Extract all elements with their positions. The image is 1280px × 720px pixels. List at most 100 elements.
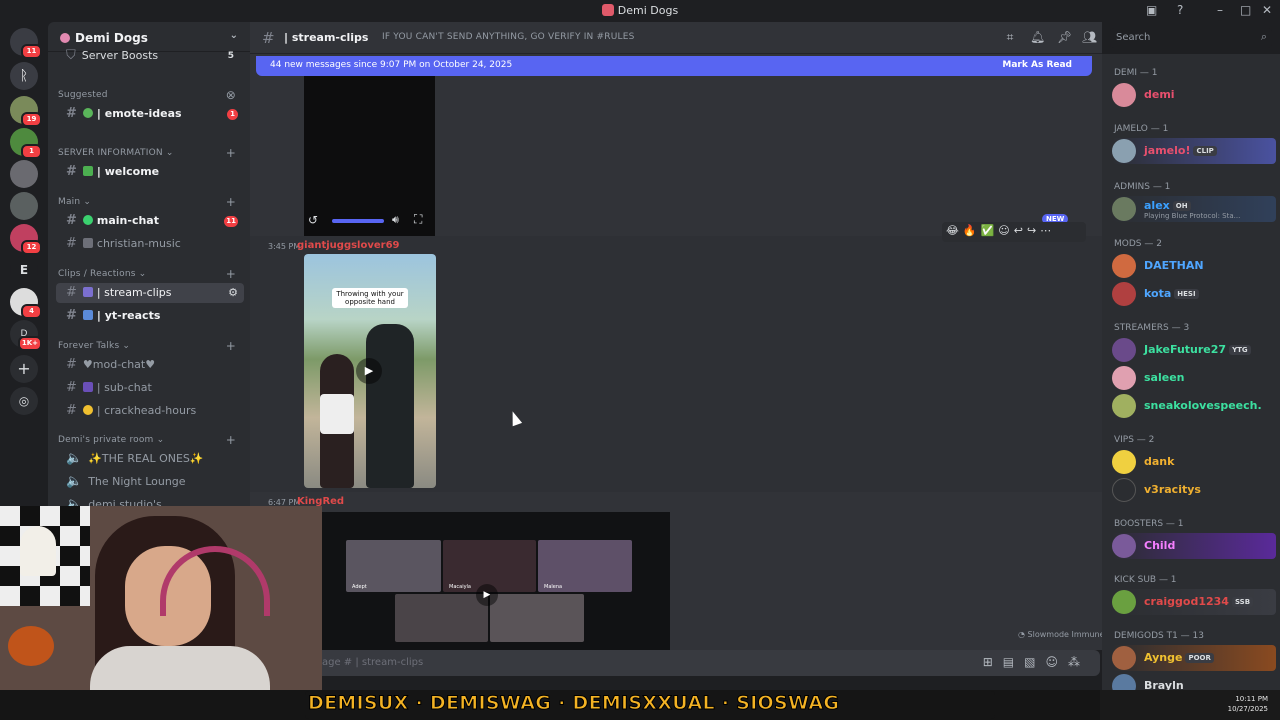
- inbox-icon[interactable]: ▣: [1146, 3, 1157, 17]
- replay-icon[interactable]: ↺: [308, 213, 318, 227]
- role-header: ADMINS — 1: [1114, 182, 1171, 192]
- channel-mod-chat[interactable]: # ♥︎mod-chat♥︎: [56, 355, 244, 375]
- laugh-emoji-icon[interactable]: 😂: [946, 224, 959, 237]
- bell-icon[interactable]: 🔔︎: [1030, 30, 1045, 44]
- apps-icon[interactable]: ⁂: [1068, 655, 1090, 669]
- member-sneakolovespeech[interactable]: sneakolovespeech.: [1112, 393, 1276, 419]
- emoji-icon[interactable]: ☺: [1045, 655, 1068, 669]
- play-icon[interactable]: ▶: [476, 584, 498, 606]
- server-icon-demi-dogs[interactable]: 12: [10, 224, 42, 255]
- discover-icon[interactable]: ◎: [10, 387, 38, 415]
- server-icon[interactable]: [10, 160, 38, 188]
- member-daethan[interactable]: DAETHAN: [1112, 253, 1276, 279]
- category-main[interactable]: Main ⌄ +: [58, 195, 242, 209]
- add-channel-icon[interactable]: +: [226, 433, 236, 447]
- channel-christian-music[interactable]: # christian-music: [56, 234, 244, 254]
- add-server-icon[interactable]: +: [10, 355, 38, 383]
- server-icon-r[interactable]: ᚱ: [10, 62, 38, 90]
- avatar: [1112, 366, 1136, 390]
- member-child[interactable]: Child: [1112, 533, 1276, 559]
- avatar: [1112, 282, 1136, 306]
- category-private-room[interactable]: Demi's private room ⌄ +: [58, 433, 242, 447]
- reply-icon[interactable]: ↩: [1014, 224, 1023, 237]
- add-channel-icon[interactable]: +: [226, 267, 236, 281]
- add-channel-icon[interactable]: +: [226, 146, 236, 160]
- search-input[interactable]: Search ⌕: [1110, 28, 1272, 48]
- help-icon[interactable]: ?: [1177, 3, 1183, 17]
- category-forever-talks[interactable]: Forever Talks ⌄ +: [58, 339, 242, 353]
- category-suggested[interactable]: Suggested ⊗: [58, 88, 242, 102]
- channel-crackhead-hours[interactable]: # | crackhead-hours: [56, 401, 244, 421]
- add-reaction-icon[interactable]: ☺: [998, 224, 1009, 237]
- avatar: [1112, 197, 1136, 221]
- channel-welcome[interactable]: # | welcome: [56, 162, 244, 182]
- category-clips-reactions[interactable]: Clips / Reactions ⌄ +: [58, 267, 242, 281]
- fullscreen-icon[interactable]: ⛶: [414, 212, 422, 227]
- add-channel-icon[interactable]: +: [226, 195, 236, 209]
- more-icon[interactable]: ⋯: [1040, 224, 1051, 237]
- member-jamelo[interactable]: jamelo! CLIP: [1112, 138, 1276, 164]
- channel-emote-ideas[interactable]: # | emote-ideas 1: [56, 104, 244, 124]
- member-craiggod1234[interactable]: craiggod1234 SSB: [1112, 589, 1276, 615]
- member-jakefuture27[interactable]: JakeFuture27 YTG: [1112, 337, 1276, 363]
- channel-topic[interactable]: IF YOU CAN'T SEND ANYTHING, GO VERIFY IN…: [382, 32, 635, 42]
- member-demi[interactable]: demi: [1112, 82, 1276, 108]
- volume-icon[interactable]: 🔊︎: [392, 213, 399, 227]
- voice-channel-real-ones[interactable]: 🔈 ✨THE REAL ONES✨: [56, 449, 244, 469]
- hash-icon: #: [66, 213, 77, 228]
- close-button[interactable]: ✕: [1262, 3, 1272, 17]
- server-icon[interactable]: 19: [10, 96, 42, 127]
- server-icon[interactable]: 1: [10, 128, 42, 159]
- message-input[interactable]: age # | stream-clips ⊞▤▧☺⁂: [310, 650, 1100, 676]
- message-author[interactable]: giantjuggslover69: [297, 240, 400, 251]
- voice-channel-night-lounge[interactable]: 🔈 The Night Lounge: [56, 472, 244, 492]
- gif-icon[interactable]: ▤: [1003, 655, 1024, 669]
- gift-icon[interactable]: ⊞: [983, 655, 1003, 669]
- channel-stream-clips[interactable]: # | stream-clips ⚙: [56, 283, 244, 303]
- play-icon[interactable]: ▶: [356, 358, 382, 384]
- maximize-button[interactable]: □: [1240, 3, 1251, 17]
- check-emoji-icon[interactable]: ✅: [981, 224, 995, 237]
- dismiss-icon[interactable]: ⊗: [226, 88, 236, 102]
- member-dank[interactable]: dank: [1112, 449, 1276, 475]
- member-kota[interactable]: kota HESI: [1112, 281, 1276, 307]
- pin-icon[interactable]: 📌︎: [1057, 30, 1072, 44]
- hash-icon: #: [66, 308, 77, 323]
- server-boosts[interactable]: ⛉ Server Boosts 5: [56, 46, 244, 66]
- add-channel-icon[interactable]: +: [226, 339, 236, 353]
- member-alex[interactable]: alex OH Playing Blue Protocol: Sta...: [1112, 196, 1276, 222]
- ghost-decoration: [20, 526, 56, 576]
- server-icon-d[interactable]: D 1K+: [10, 320, 42, 351]
- speaker-icon: 🔈: [66, 474, 83, 489]
- shirt-shape: [320, 394, 354, 434]
- channel-main-chat[interactable]: # main-chat 11: [56, 211, 244, 231]
- role-header: BOOSTERS — 1: [1114, 519, 1184, 529]
- member-brayln[interactable]: Brayln: [1112, 673, 1276, 690]
- welcome-icon: [82, 166, 93, 176]
- member-aynge[interactable]: Aynge POOR: [1112, 645, 1276, 671]
- sticker-icon[interactable]: ▧: [1024, 655, 1045, 669]
- forward-icon[interactable]: ↪: [1027, 224, 1036, 237]
- video-attachment[interactable]: Throwing with your opposite hand ▶: [304, 254, 436, 488]
- server-icon[interactable]: 4: [10, 288, 42, 319]
- server-icon[interactable]: [10, 192, 38, 220]
- fire-emoji-icon[interactable]: 🔥: [963, 224, 977, 237]
- mark-as-read-button[interactable]: Mark As Read: [1002, 60, 1072, 70]
- volume-slider[interactable]: [332, 219, 384, 223]
- threads-icon[interactable]: ⌗: [1003, 30, 1017, 44]
- minimize-button[interactable]: –: [1217, 3, 1223, 17]
- member-v3racitys[interactable]: v3racitys: [1112, 477, 1276, 503]
- new-messages-bar[interactable]: 44 new messages since 9:07 PM on October…: [256, 56, 1092, 76]
- category-server-information[interactable]: SERVER INFORMATION ⌄ +: [58, 146, 242, 160]
- channel-settings-icon[interactable]: ⚙: [228, 283, 238, 303]
- channel-yt-reacts[interactable]: # | yt-reacts: [56, 306, 244, 326]
- video-attachment[interactable]: Adept Macaiyla Malena ▶: [322, 512, 670, 650]
- member-list-icon[interactable]: 👥︎: [1082, 30, 1097, 44]
- direct-messages-icon[interactable]: 11: [10, 28, 42, 59]
- taskbar-clock[interactable]: 10:11 PM 10/27/2025: [1228, 694, 1268, 714]
- stream-tile: Adept: [346, 540, 441, 592]
- server-icon-e[interactable]: E: [10, 256, 38, 284]
- avatar: [1112, 139, 1136, 163]
- member-saleen[interactable]: saleen: [1112, 365, 1276, 391]
- channel-sub-chat[interactable]: # | sub-chat: [56, 378, 244, 398]
